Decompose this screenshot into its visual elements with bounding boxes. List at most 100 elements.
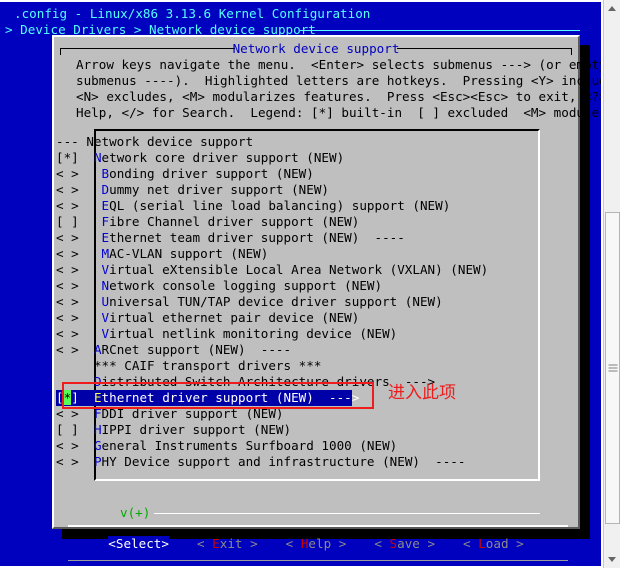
menu-item-label: irtual netlink monitoring device (NEW) <box>109 326 398 341</box>
button-bar-separator-top <box>68 525 568 527</box>
menu-item-hotkey: V <box>101 326 110 341</box>
menu-item-label: etwork core driver support (NEW) <box>101 150 345 165</box>
menu-item[interactable]: < > Dummy net driver support (NEW) <box>56 182 526 198</box>
menu-item-hotkey: F <box>101 214 110 229</box>
annotation-label: 进入此项 <box>388 383 456 403</box>
menu-item[interactable]: --- Network device support <box>56 134 526 150</box>
menu-item-flag: < > <box>56 310 87 325</box>
menu-item-label: ibre Channel driver support (NEW) <box>109 214 360 229</box>
menu-item-hotkey: E <box>101 198 110 213</box>
menu-item-indent <box>86 166 101 181</box>
menu-item[interactable]: < > Ethernet team driver support (NEW) -… <box>56 230 526 246</box>
menu-item-indent <box>86 438 94 453</box>
help-text-line: submenus ----). Highlighted letters are … <box>76 73 601 88</box>
menu-item-flag <box>56 358 86 373</box>
help-text-line: <N> excludes, <M> modularizes features. … <box>76 89 601 104</box>
menu-item[interactable]: [ ] HIPPI driver support (NEW) <box>56 422 526 438</box>
scrollbar-thumb[interactable] <box>605 212 620 524</box>
menu-item-flag: < > <box>56 198 87 213</box>
menu-list[interactable]: --- Network device support [*] Network co… <box>56 134 526 470</box>
menu-item-indent <box>86 214 101 229</box>
menu-item[interactable]: [*] Network core driver support (NEW) <box>56 150 526 166</box>
menu-item-label: *** CAIF transport drivers *** <box>93 358 322 373</box>
menu-item-label: IPPI driver support (NEW) <box>101 422 292 437</box>
kernel-menuconfig-terminal: .config - Linux/x86 3.13.6 Kernel Config… <box>0 2 601 566</box>
menu-item-flag: [*] <box>56 150 87 165</box>
menu-item-hotkey: V <box>101 310 110 325</box>
button-elect[interactable]: <Select> <box>108 536 169 552</box>
menu-item[interactable]: < > Bonding driver support (NEW) <box>56 166 526 182</box>
button-bar-separator-bottom <box>68 560 568 561</box>
menu-item-label: ummy net driver support (NEW) <box>109 182 329 197</box>
menu-item[interactable]: < > Virtual ethernet pair device (NEW) <box>56 310 526 326</box>
menu-item-selected[interactable]: [*] Ethernet driver support (NEW) ---> <box>56 390 359 406</box>
menu-item[interactable]: < > EQL (serial line load balancing) sup… <box>56 198 526 214</box>
menu-item-flag: [ ] <box>56 422 87 437</box>
menu-item-hotkey: V <box>101 262 110 277</box>
kernel-config-title: .config - Linux/x86 3.13.6 Kernel Config… <box>14 6 371 21</box>
menu-item-flag: < > <box>56 438 87 453</box>
menu-item[interactable]: < > FDDI driver support (NEW) <box>56 406 526 422</box>
menu-item-indent <box>86 310 101 325</box>
menu-item-label: RCnet support (NEW) ---- <box>101 342 292 357</box>
menu-item[interactable]: < > General Instruments Surfboard 1000 (… <box>56 438 526 454</box>
menu-item-hotkey: M <box>101 246 110 261</box>
menu-item[interactable]: < > Network console logging support (NEW… <box>56 278 526 294</box>
scrollbar-grip-icon <box>608 364 617 372</box>
button-xit[interactable]: < Exit > <box>197 536 258 552</box>
menu-item-hotkey: F <box>93 406 102 421</box>
menu-item-indent <box>86 150 94 165</box>
menu-item-indent <box>86 278 101 293</box>
scroll-down-button[interactable] <box>604 551 620 568</box>
menu-item-indent <box>86 358 94 373</box>
menu-item-flag: < > <box>56 278 87 293</box>
menu-item-hotkey: D <box>93 374 102 389</box>
menu-item-hotkey: U <box>101 294 110 309</box>
menu-item-flag: < > <box>56 166 87 181</box>
menu-item-flag: < > <box>56 182 87 197</box>
menu-item-label: AC-VLAN support (NEW) <box>109 246 269 261</box>
menu-item-flag: < > <box>56 246 87 261</box>
menu-item[interactable]: [ ] Fibre Channel driver support (NEW) <box>56 214 526 230</box>
menu-item-hotkey: B <box>101 166 110 181</box>
menu-item-label: etwork console logging support (NEW) <box>109 278 383 293</box>
menu-item-label: niversal TUN/TAP device driver support (… <box>109 294 443 309</box>
window-scrollbar[interactable] <box>603 0 620 568</box>
menu-item-label: thernet team driver support (NEW) ---- <box>109 230 405 245</box>
menu-item[interactable]: *** CAIF transport drivers *** <box>56 358 526 374</box>
menu-item-label: eneral Instruments Surfboard 1000 (NEW) <box>101 438 398 453</box>
help-text-line: Arrow keys navigate the menu. <Enter> se… <box>76 57 601 72</box>
menu-item[interactable]: < > Virtual netlink monitoring device (N… <box>56 326 526 342</box>
button-hotkey: L <box>478 536 486 551</box>
button-oad[interactable]: < Load > <box>463 536 524 552</box>
menu-item[interactable]: < > MAC-VLAN support (NEW) <box>56 246 526 262</box>
menu-item[interactable]: < > ARCnet support (NEW) ---- <box>56 342 526 358</box>
menu-item-label: DDI driver support (NEW) <box>101 406 284 421</box>
menu-item-flag: < > <box>56 406 87 421</box>
menu-item[interactable]: < > Universal TUN/TAP device driver supp… <box>56 294 526 310</box>
menu-item[interactable]: < > PHY Device support and infrastructur… <box>56 454 526 470</box>
button-elp[interactable]: < Help > <box>286 536 347 552</box>
menu-item-flag: --- <box>56 134 87 149</box>
list-bottom-rule <box>154 513 540 514</box>
menu-item-indent <box>86 246 101 261</box>
menu-item-indent <box>86 326 101 341</box>
button-ave[interactable]: < Save > <box>374 536 435 552</box>
menu-item-flag: [ ] <box>56 214 87 229</box>
button-hotkey: S <box>389 536 398 551</box>
page-root: .config - Linux/x86 3.13.6 Kernel Config… <box>0 0 620 568</box>
help-text-line: Help, </> for Search. Legend: [*] built-… <box>76 105 601 120</box>
menu-item-hotkey: N <box>101 278 110 293</box>
scroll-up-button[interactable] <box>604 0 620 17</box>
menu-item-label: istributed Switch Architecture drivers -… <box>101 374 436 389</box>
menu-item-indent <box>86 390 94 405</box>
menu-item[interactable]: < > Virtual eXtensible Local Area Networ… <box>56 262 526 278</box>
menu-item-flag <box>56 374 86 389</box>
menu-item-flag: [*] <box>56 390 87 405</box>
menu-item-indent <box>86 230 101 245</box>
breadcrumb-rule <box>300 30 580 31</box>
menu-item-label: irtual eXtensible Local Area Network (VX… <box>109 262 489 277</box>
scroll-down-indicator: v(+) <box>120 505 151 520</box>
chevron-down-icon <box>608 557 616 562</box>
menu-item-flag: < > <box>56 262 87 277</box>
